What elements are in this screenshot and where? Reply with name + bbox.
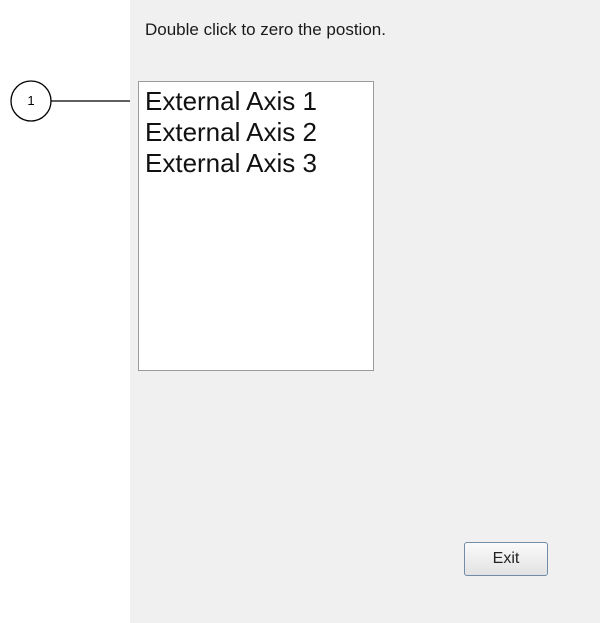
page: 1 Double click to zero the postion. Exte…: [0, 0, 600, 623]
callout-number: 1: [27, 93, 35, 108]
instruction-text: Double click to zero the postion.: [145, 20, 386, 39]
exit-button[interactable]: Exit: [464, 542, 548, 576]
list-item-external-axis-1[interactable]: External Axis 1: [145, 86, 373, 117]
external-axis-list[interactable]: External Axis 1 External Axis 2 External…: [138, 81, 374, 371]
list-item-external-axis-2[interactable]: External Axis 2: [145, 117, 373, 148]
list-item-external-axis-3[interactable]: External Axis 3: [145, 148, 373, 179]
